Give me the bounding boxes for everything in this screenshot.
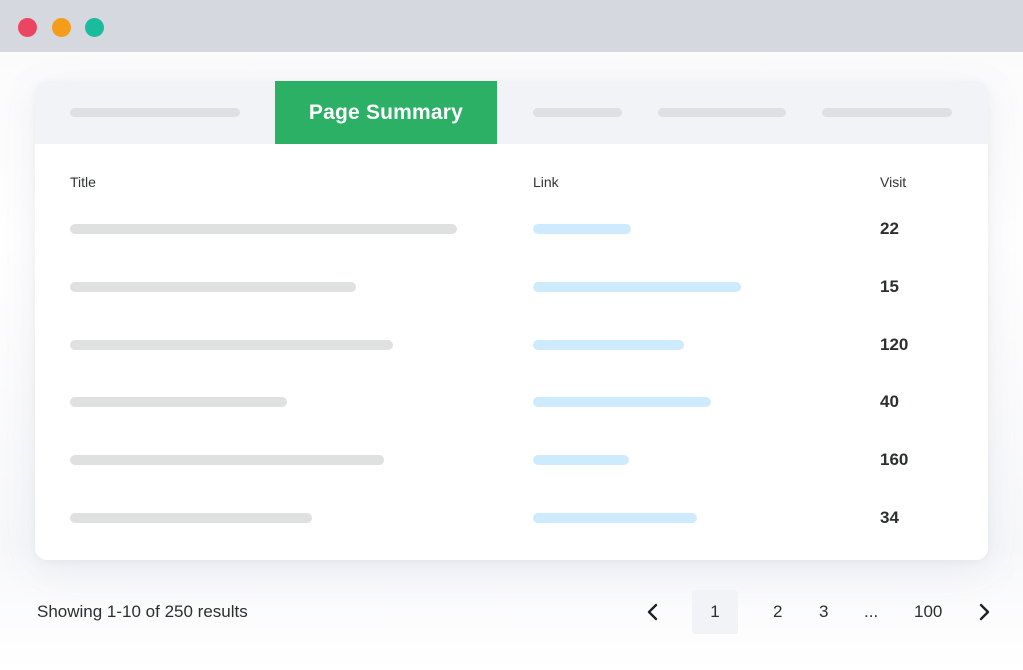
visit-count: 120 (880, 335, 909, 354)
column-header-visit: Visit (880, 174, 907, 190)
visit-count: 22 (880, 219, 899, 238)
maximize-window-button[interactable] (85, 18, 104, 37)
visit-count: 15 (880, 277, 899, 296)
title-placeholder (70, 455, 384, 465)
column-header-title: Title (70, 174, 96, 190)
visit-count: 40 (880, 392, 899, 411)
page-button[interactable]: 3 (819, 602, 828, 622)
results-summary: Showing 1-10 of 250 results (37, 602, 248, 621)
page-summary-card: Page Summary Title Link Visit 22 15 120 … (35, 81, 988, 560)
link-placeholder[interactable] (533, 282, 741, 292)
title-placeholder (70, 282, 356, 292)
minimize-window-button[interactable] (52, 18, 71, 37)
column-header-link: Link (533, 174, 559, 190)
title-placeholder (70, 397, 287, 407)
window-titlebar (0, 0, 1023, 52)
page-button[interactable]: 2 (773, 602, 782, 622)
close-window-button[interactable] (18, 18, 37, 37)
tab-placeholder[interactable] (70, 108, 240, 117)
tab-placeholder[interactable] (533, 108, 622, 117)
link-placeholder[interactable] (533, 397, 711, 407)
tab-placeholder[interactable] (658, 108, 786, 117)
visit-count: 160 (880, 450, 909, 469)
page-ellipsis: ... (864, 602, 879, 621)
page-button-last[interactable]: 100 (914, 602, 942, 622)
tab-page-summary[interactable]: Page Summary (275, 81, 497, 144)
link-placeholder[interactable] (533, 455, 629, 465)
link-placeholder[interactable] (533, 224, 631, 234)
tab-placeholder[interactable] (822, 108, 952, 117)
visit-count: 34 (880, 508, 899, 527)
chevron-right-icon[interactable] (977, 601, 991, 623)
title-placeholder (70, 224, 457, 234)
title-placeholder (70, 340, 393, 350)
link-placeholder[interactable] (533, 513, 697, 523)
page-button-current[interactable]: 1 (692, 590, 738, 634)
link-placeholder[interactable] (533, 340, 684, 350)
tab-bar: Page Summary (35, 81, 988, 144)
title-placeholder (70, 513, 312, 523)
chevron-left-icon[interactable] (646, 601, 660, 623)
